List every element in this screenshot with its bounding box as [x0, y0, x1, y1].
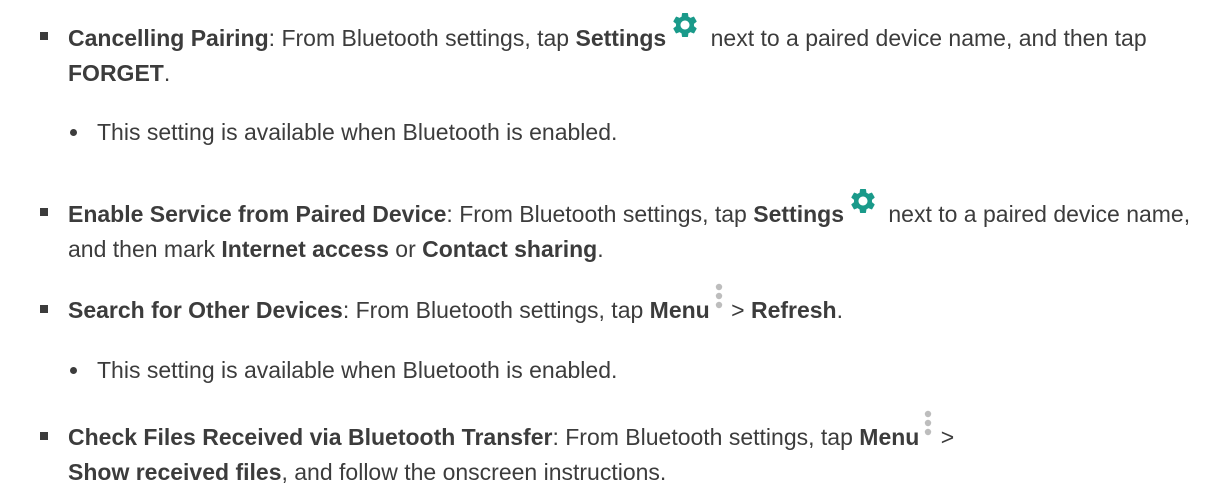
round-bullet	[70, 129, 77, 136]
menu-kebab-icon	[923, 410, 933, 438]
item-title: Enable Service from Paired Device	[68, 201, 447, 227]
sub-list-item-note: This setting is available when Bluetooth…	[70, 115, 1200, 150]
square-bullet	[40, 32, 48, 40]
item-title: Search for Other Devices	[68, 297, 343, 323]
list-item-enable-service: Enable Service from Paired Device: From …	[40, 189, 1200, 267]
item-text: Cancelling Pairing: From Bluetooth setti…	[40, 12, 1200, 91]
settings-gear-icon	[846, 186, 880, 216]
document: Cancelling Pairing: From Bluetooth setti…	[0, 0, 1210, 493]
item-title: Check Files Received via Bluetooth Trans…	[68, 424, 553, 450]
list-item-cancelling-pairing: Cancelling Pairing: From Bluetooth setti…	[40, 12, 1200, 91]
item-text: Search for Other Devices: From Bluetooth…	[40, 283, 1200, 328]
item-text: Check Files Received via Bluetooth Trans…	[40, 410, 1200, 490]
menu-kebab-icon	[714, 283, 724, 311]
note-text: This setting is available when Bluetooth…	[97, 357, 618, 383]
list-item-check-files: Check Files Received via Bluetooth Trans…	[40, 410, 1200, 490]
square-bullet	[40, 305, 48, 313]
square-bullet	[40, 432, 48, 440]
round-bullet	[70, 367, 77, 374]
sub-list-item-note: This setting is available when Bluetooth…	[70, 353, 1200, 388]
list-item-search-devices: Search for Other Devices: From Bluetooth…	[40, 283, 1200, 328]
square-bullet	[40, 208, 48, 216]
item-title: Cancelling Pairing	[68, 25, 269, 51]
settings-gear-icon	[668, 10, 702, 40]
item-text: Enable Service from Paired Device: From …	[40, 189, 1200, 267]
note-text: This setting is available when Bluetooth…	[97, 119, 618, 145]
